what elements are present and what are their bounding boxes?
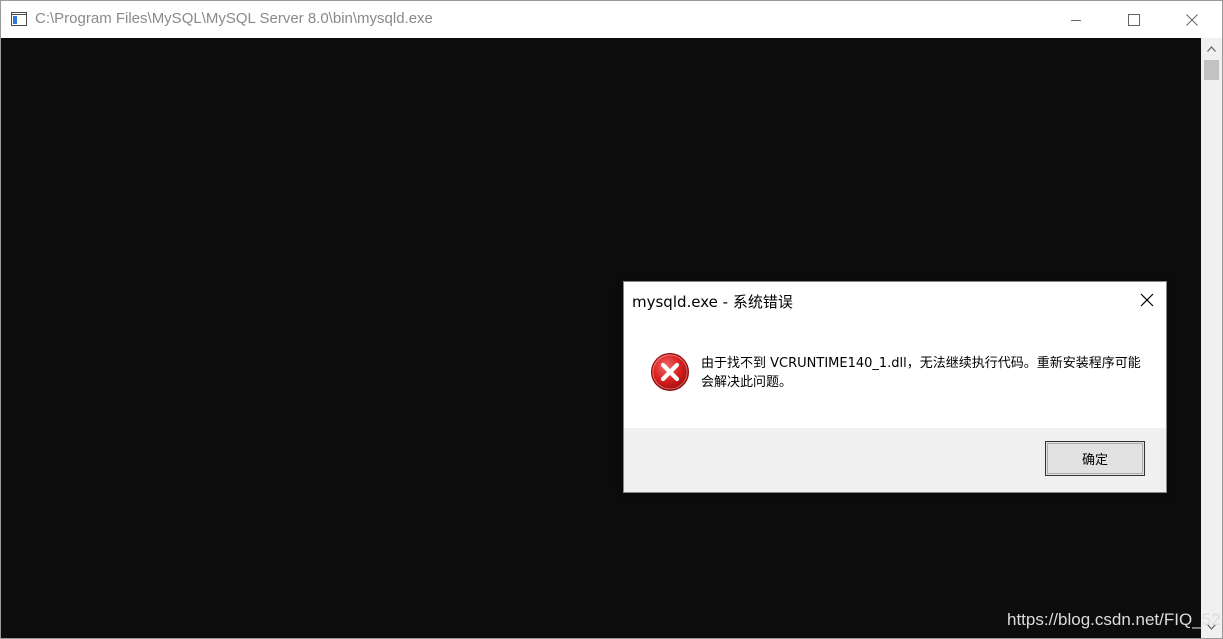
watermark: https://blog.csdn.net/FIQ_52 xyxy=(1007,610,1221,629)
minimize-icon xyxy=(1071,19,1081,21)
minimize-button[interactable] xyxy=(1047,1,1105,38)
maximize-button[interactable] xyxy=(1105,1,1163,38)
title-bar[interactable]: C:\Program Files\MySQL\MySQL Server 8.0\… xyxy=(1,1,1222,38)
chevron-up-icon xyxy=(1207,46,1216,52)
dialog-footer: 确定 xyxy=(624,428,1166,492)
dialog-title: mysqld.exe - 系统错误 xyxy=(632,293,793,311)
window-title: C:\Program Files\MySQL\MySQL Server 8.0\… xyxy=(35,10,433,27)
close-icon xyxy=(1186,13,1198,26)
console-app-icon[interactable] xyxy=(11,12,27,26)
dialog-close-button[interactable] xyxy=(1132,286,1162,314)
vertical-scrollbar[interactable] xyxy=(1201,38,1222,638)
scroll-up-button[interactable] xyxy=(1201,40,1222,58)
ok-button[interactable]: 确定 xyxy=(1045,441,1145,476)
close-button[interactable] xyxy=(1163,1,1221,38)
error-message: 由于找不到 VCRUNTIME140_1.dll，无法继续执行代码。重新安装程序… xyxy=(701,356,1141,390)
close-icon xyxy=(1140,293,1154,307)
maximize-icon xyxy=(1128,13,1140,26)
system-error-dialog: mysqld.exe - 系统错误 由于找不到 VCRUNTIME140_1.d… xyxy=(623,281,1167,493)
error-icon xyxy=(651,353,689,391)
scroll-thumb[interactable] xyxy=(1204,60,1219,80)
